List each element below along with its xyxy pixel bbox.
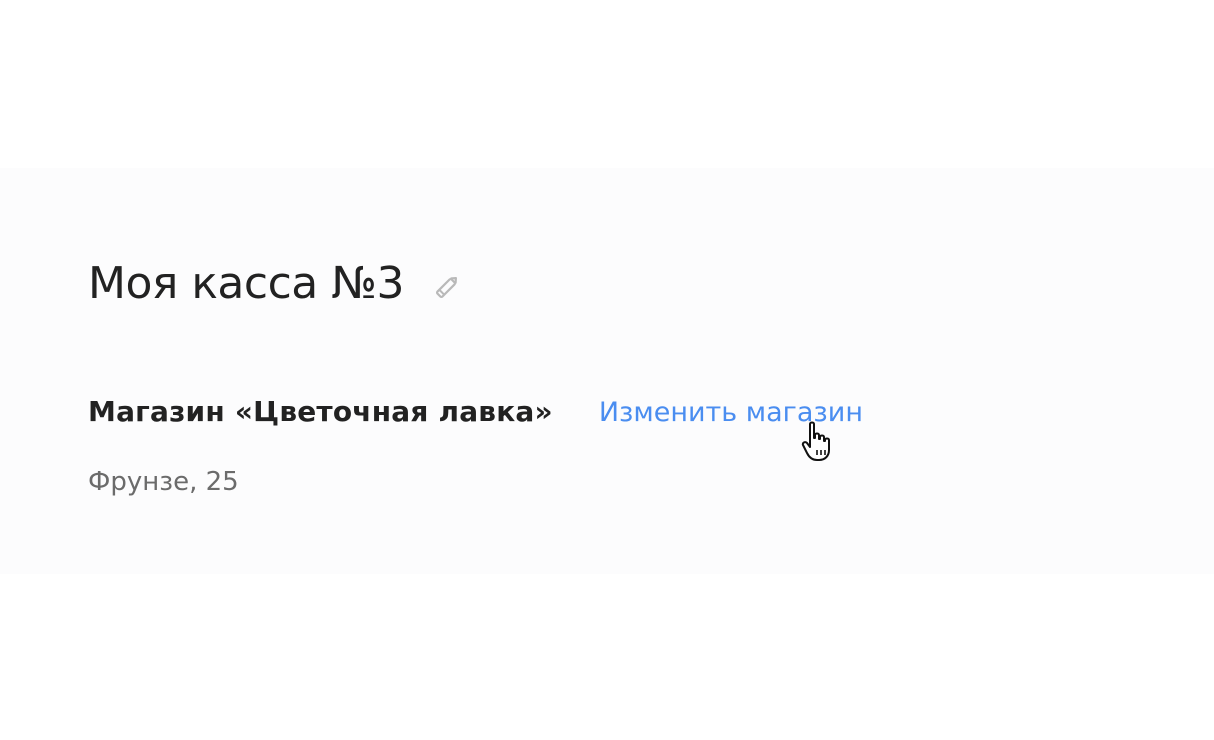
store-name: Магазин «Цветочная лавка» — [88, 395, 553, 428]
page-title: Моя касса №3 — [88, 258, 404, 309]
pencil-icon[interactable] — [430, 272, 462, 304]
store-row: Магазин «Цветочная лавка» Изменить магаз… — [88, 390, 863, 435]
pencil-icon-graphic — [435, 277, 457, 299]
change-store-link[interactable]: Изменить магазин — [599, 391, 863, 435]
store-address: Фрунзе, 25 — [88, 467, 239, 497]
cash-register-card — [0, 168, 1214, 574]
title-row: Моя касса №3 — [88, 254, 462, 314]
page: Моя касса №3 Магазин «Цветочная лавка» И… — [0, 0, 1214, 740]
